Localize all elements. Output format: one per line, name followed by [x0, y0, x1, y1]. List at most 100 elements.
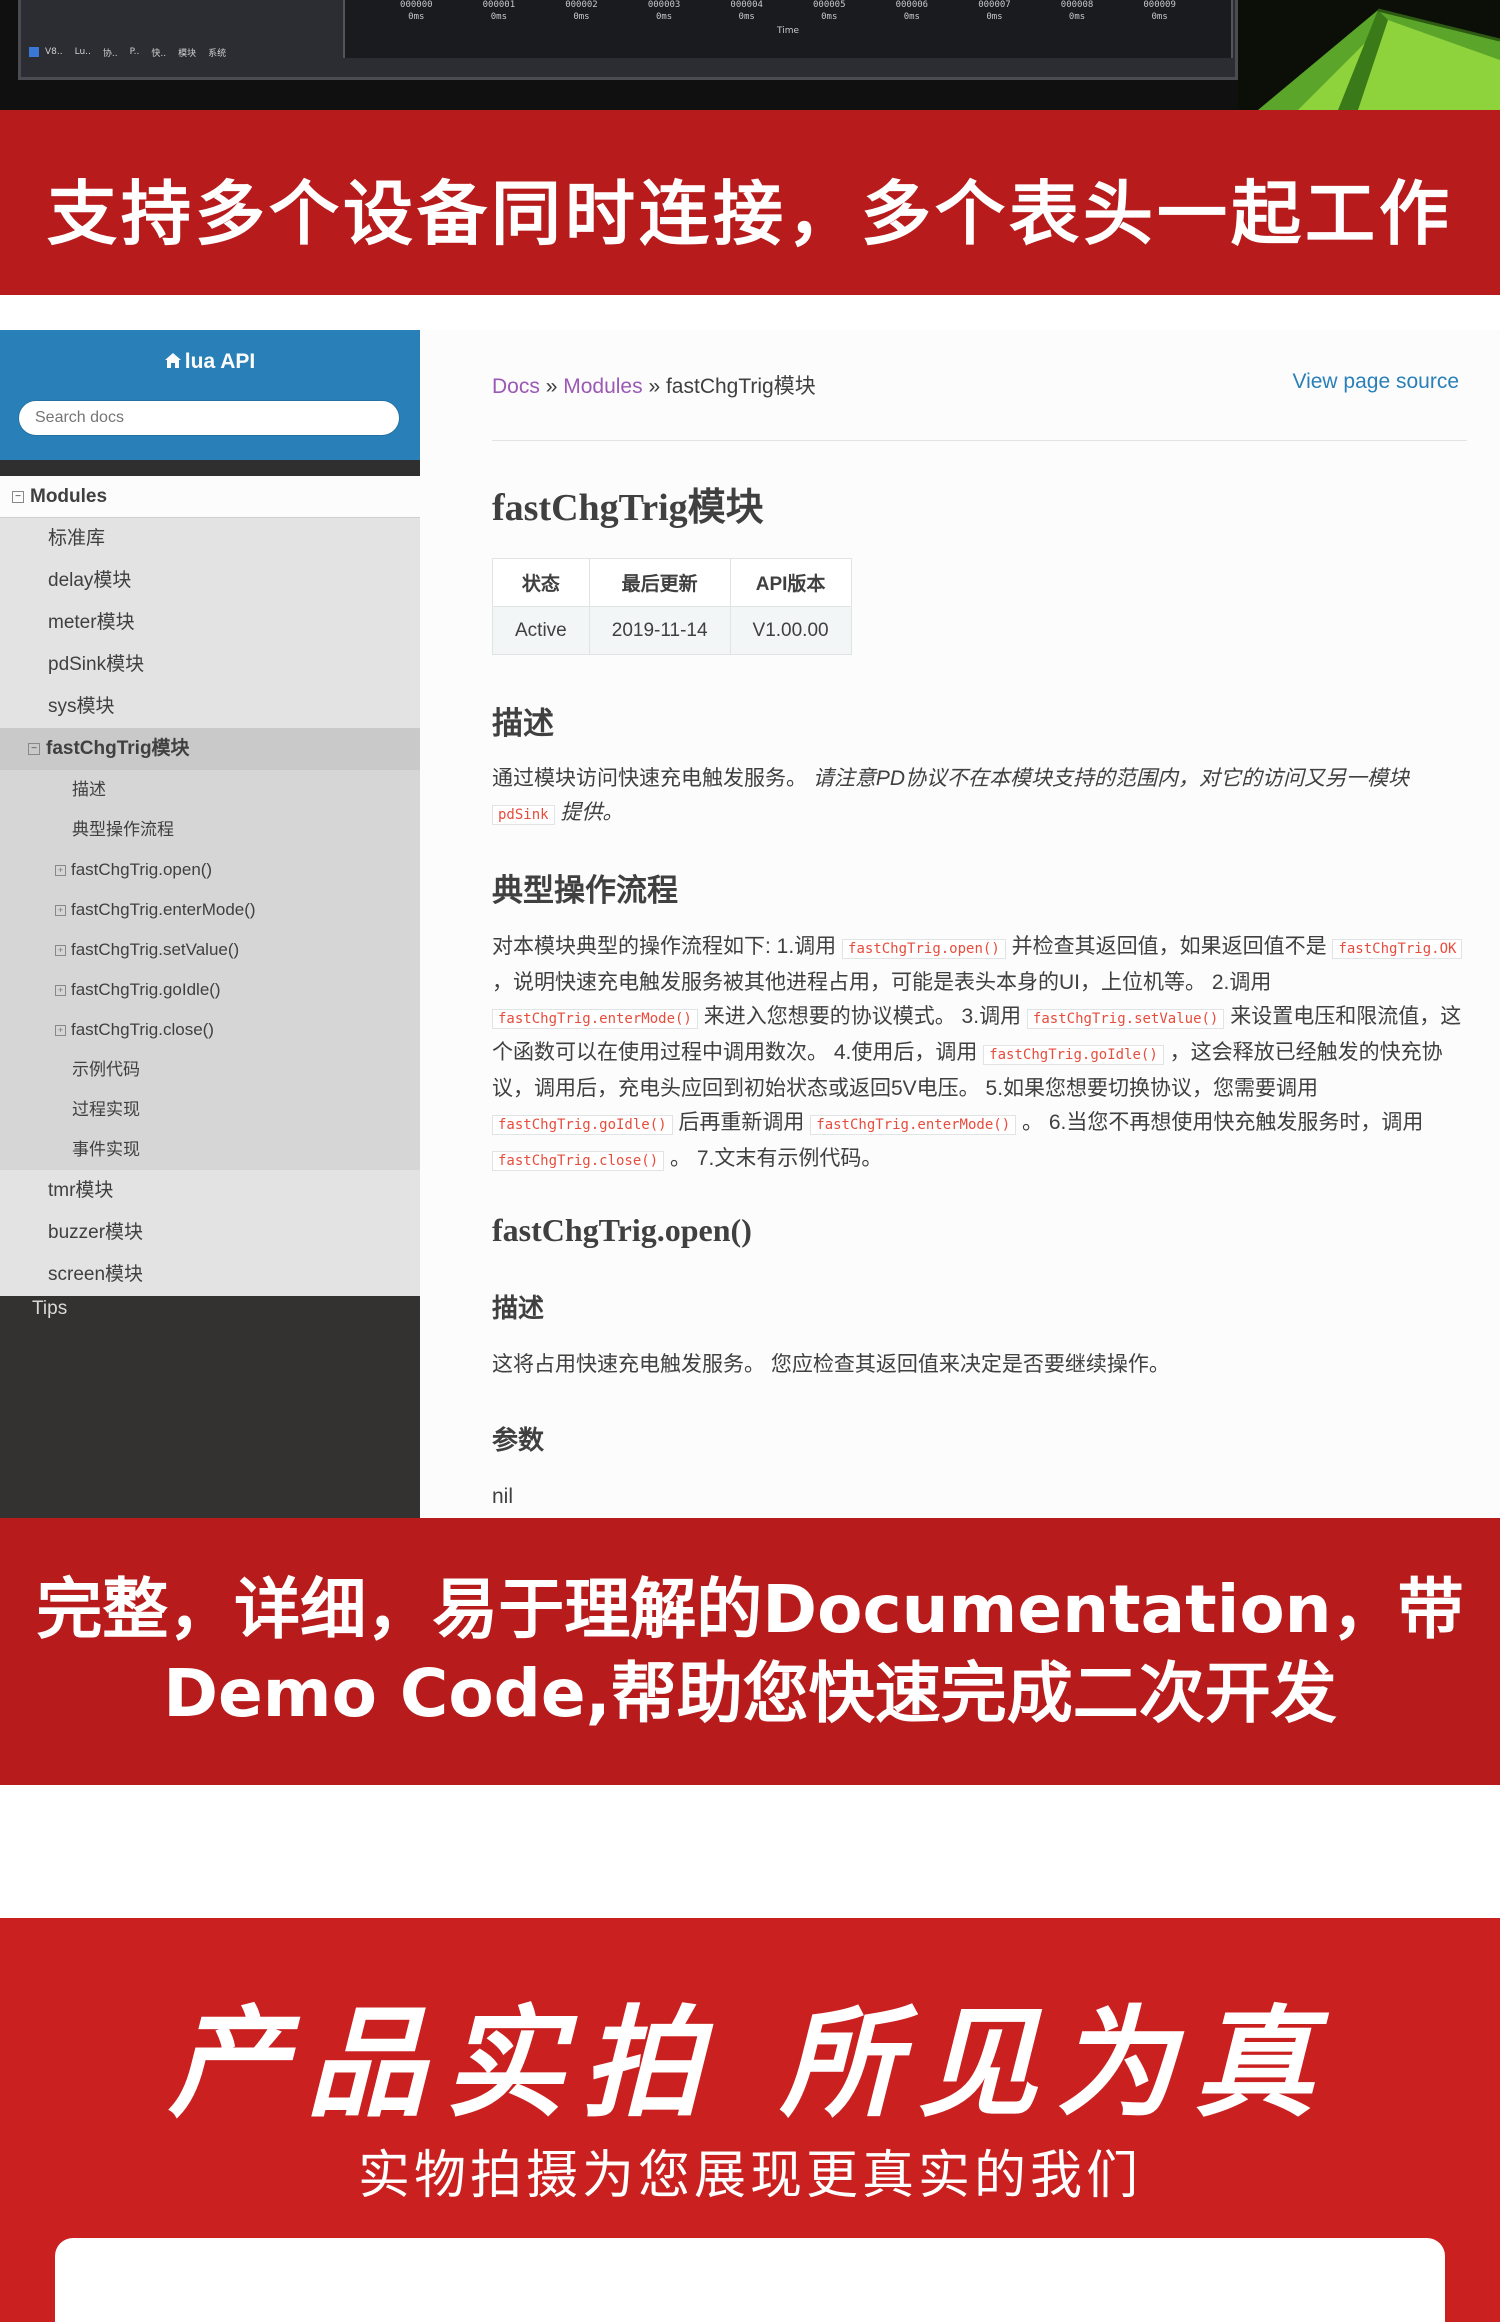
sidebar-subitem[interactable]: + fastChgTrig.setValue() [0, 930, 420, 970]
active-submenu: 描述 典型操作流程 + fastChgTrig.open() + fastChgTrig.… [0, 770, 420, 1170]
flow-text: ，说明快速充电触发服务被其他进程占用，可能是表头本身的UI，上位机等。 2.调用 [492, 971, 1272, 994]
banner-multi-device: 支持多个设备同时连接，多个表头一起工作 [0, 110, 1500, 295]
table-header: 状态 [492, 558, 590, 607]
taskbar-item[interactable]: 模块 [178, 46, 196, 59]
inline-code: fastChgTrig.enterMode() [810, 1115, 1017, 1135]
table-cell: Active [492, 606, 590, 655]
sidebar-subitem-label: 事件实现 [72, 1140, 140, 1159]
table-cell: V1.00.00 [729, 606, 852, 655]
sidebar-item[interactable]: tmr模块 [0, 1170, 420, 1212]
time-axis-label: Time [776, 26, 800, 36]
sidebar-item[interactable]: sys模块 [0, 686, 420, 728]
tick-ms-label: 0ms [738, 12, 755, 22]
toggle-icon[interactable]: + [55, 945, 66, 957]
start-icon[interactable] [29, 47, 39, 57]
sidebar-subitem[interactable]: 示例代码 [0, 1050, 420, 1090]
tick-id-label: 000008 [1060, 0, 1094, 10]
sidebar-subitem-label: fastChgTrig.setValue() [71, 940, 240, 959]
sidebar-item-label: fastChgTrig模块 [46, 738, 190, 759]
taskbar-item[interactable]: Lu.. [75, 47, 91, 57]
inline-code: fastChgTrig.close() [492, 1151, 665, 1171]
tent-image [1238, 0, 1500, 110]
taskbar-item[interactable]: 系统 [208, 46, 226, 59]
breadcrumb-separator: » [539, 375, 564, 398]
inline-code: fastChgTrig.setValue() [1026, 1009, 1225, 1029]
table-header-row: 状态 最后更新 API版本 [492, 558, 852, 607]
sidebar-subitem[interactable]: + fastChgTrig.enterMode() [0, 890, 420, 930]
breadcrumb-modules[interactable]: Modules [563, 375, 642, 398]
photo-card [55, 2238, 1445, 2322]
sidebar-subitem[interactable]: + fastChgTrig.open() [0, 850, 420, 890]
sidebar-subitem-label: fastChgTrig.enterMode() [71, 900, 256, 919]
flow-text: 。 6.当您不再想使用快充触发服务时，调用 [1021, 1111, 1424, 1134]
home-link[interactable]: lua API [0, 350, 420, 374]
flow-text: 对本模块典型的操作流程如下: 1.调用 [492, 935, 837, 958]
breadcrumb-docs[interactable]: Docs [492, 375, 540, 398]
toggle-icon[interactable]: − [28, 742, 40, 755]
sidebar-subitem-label: fastChgTrig.close() [71, 1020, 214, 1039]
sidebar-item-modules[interactable]: − Modules [0, 476, 420, 518]
sidebar-subitem[interactable]: + fastChgTrig.close() [0, 1010, 420, 1050]
sidebar-subitem[interactable]: 描述 [0, 770, 420, 810]
banner-documentation: 完整，详细，易于理解的Documentation，带 Demo Code,帮助您… [0, 1518, 1500, 1785]
sidebar-nav: lua API −Modules 标准库delay模块meter模块pdSink… [0, 330, 420, 1518]
tick-ms-label: 0ms [821, 12, 838, 22]
sidebar-item[interactable]: buzzer模块 [0, 1212, 420, 1254]
sidebar-item-active[interactable]: − fastChgTrig模块 [0, 728, 420, 770]
sidebar-subitem-label: fastChgTrig.open() [71, 860, 213, 879]
view-source-link[interactable]: View page source [1292, 370, 1459, 394]
sidebar-item[interactable]: pdSink模块 [0, 644, 420, 686]
sidebar-item[interactable]: 标准库 [0, 518, 420, 560]
sidebar-subitem[interactable]: 过程实现 [0, 1090, 420, 1130]
sidebar-subitem-label: fastChgTrig.goIdle() [71, 980, 221, 999]
toggle-icon[interactable]: + [55, 1025, 66, 1037]
sidebar-subitem[interactable]: 事件实现 [0, 1130, 420, 1170]
sidebar-item-tips[interactable]: Tips [32, 1298, 67, 1320]
taskbar-item[interactable]: V8.. [45, 47, 63, 57]
subsection-heading-desc: 描述 [492, 1293, 545, 1323]
breadcrumb-separator: » [642, 375, 666, 398]
tick-ms-row: 0ms 0ms 0ms 0ms 0ms 0ms 0ms 0ms 0ms 0ms [345, 12, 1231, 22]
banner-multi-device-text: 支持多个设备同时连接，多个表头一起工作 [47, 173, 1453, 255]
home-link-label: lua API [184, 350, 256, 373]
toggle-icon[interactable]: + [55, 865, 66, 877]
desc-note: 请注意PD协议不在本模块支持的范围内，对它的访问又另一模块 [812, 767, 1410, 790]
header-divider [0, 460, 420, 476]
sidebar-item[interactable]: delay模块 [0, 560, 420, 602]
flow-text: 来进入您想要的协议模式。 3.调用 [703, 1005, 1022, 1028]
taskbar-item[interactable]: P.. [130, 47, 140, 57]
banner-documentation-line1: 完整，详细，易于理解的Documentation，带 [36, 1571, 1464, 1648]
toggle-icon[interactable]: + [55, 985, 66, 997]
tick-id-label: 000000 [400, 0, 433, 10]
sidebar-subitem[interactable]: + fastChgTrig.goIdle() [0, 970, 420, 1010]
section-heading-flow: 典型操作流程 [492, 873, 678, 908]
tick-id-label: 000005 [813, 0, 846, 10]
taskbar-item[interactable]: 快.. [151, 46, 166, 59]
tick-ms-label: 0ms [1068, 12, 1086, 22]
inline-code: pdSink [492, 805, 555, 825]
breadcrumb-current: fastChgTrig模块 [665, 375, 816, 398]
product-photo-subtitle: 实物拍摄为您展现更真实的我们 [357, 2146, 1142, 2206]
timeline-chart-panel: 000000 000001 000002 000003 000004 000005 0000… [343, 0, 1233, 58]
sidebar-subitem[interactable]: 典型操作流程 [0, 810, 420, 850]
breadcrumb: Docs » Modules » fastChgTrig模块 [492, 370, 816, 400]
inline-code: fastChgTrig.OK [1332, 939, 1463, 959]
desc-note-end: 提供。 [560, 801, 624, 824]
inline-code: fastChgTrig.goIdle() [983, 1045, 1164, 1065]
sidebar-item[interactable]: meter模块 [0, 602, 420, 644]
monitor-screen: 000000 000001 000002 000003 000004 000005 0000… [18, 0, 1238, 80]
flow-text: 。 7.文末有示例代码。 [670, 1147, 883, 1170]
tick-ms-label: 0ms [490, 12, 508, 22]
flow-text: 并检查其返回值，如果返回值不是 [1011, 935, 1327, 958]
taskbar-item[interactable]: 协.. [103, 46, 118, 59]
tick-id-label: 000004 [730, 0, 763, 10]
toggle-icon[interactable]: + [55, 905, 66, 917]
sidebar-item[interactable]: screen模块 [0, 1254, 420, 1296]
divider [492, 440, 1467, 441]
section-heading-desc: 描述 [492, 706, 554, 741]
flow-text: 后再重新调用 [678, 1111, 805, 1134]
tick-id-label: 000002 [565, 0, 598, 10]
search-input[interactable] [18, 400, 400, 436]
inline-code: fastChgTrig.enterMode() [492, 1009, 698, 1029]
toggle-icon[interactable]: − [12, 490, 24, 503]
